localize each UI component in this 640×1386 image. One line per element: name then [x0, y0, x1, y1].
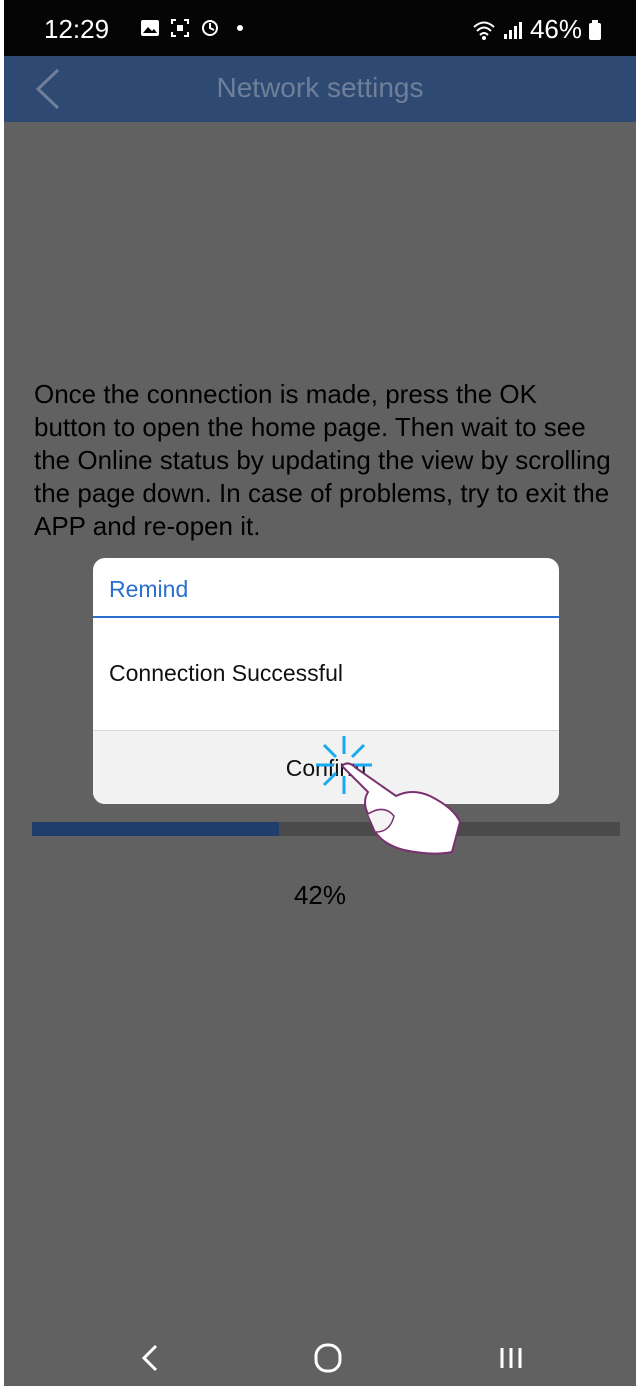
battery-icon	[589, 19, 601, 40]
remind-dialog: Remind Connection Successful Confirm	[93, 558, 559, 804]
status-notification-icons	[140, 18, 250, 38]
app-screen: 12:29 46% Network settings Once the conn…	[4, 0, 636, 1386]
sync-icon	[202, 20, 218, 36]
dialog-title: Remind	[109, 576, 189, 602]
status-system-icons: 46%	[472, 14, 602, 45]
app-header: Network settings	[4, 56, 636, 122]
screenshot-icon	[171, 19, 189, 37]
recents-icon[interactable]	[486, 1336, 536, 1380]
dialog-title-divider	[93, 616, 559, 618]
battery-percent: 46%	[529, 14, 582, 44]
dialog-message: Connection Successful	[109, 660, 343, 686]
signal-icon	[503, 21, 522, 39]
status-bar: 12:29 46%	[4, 0, 636, 56]
page-title: Network settings	[216, 72, 424, 103]
gallery-icon	[141, 20, 159, 36]
back-icon[interactable]	[126, 1336, 176, 1380]
instructions-text: Once the connection is made, press the O…	[34, 379, 611, 541]
home-icon[interactable]	[304, 1336, 354, 1380]
wifi-icon	[473, 21, 495, 40]
system-nav-bar	[4, 1330, 636, 1386]
dot-icon	[237, 25, 243, 31]
confirm-button[interactable]: Confirm	[93, 730, 559, 804]
status-time: 12:29	[44, 14, 110, 44]
progress-bar-fill	[32, 822, 279, 836]
progress-percent: 42%	[293, 880, 347, 910]
progress-bar	[32, 822, 620, 836]
